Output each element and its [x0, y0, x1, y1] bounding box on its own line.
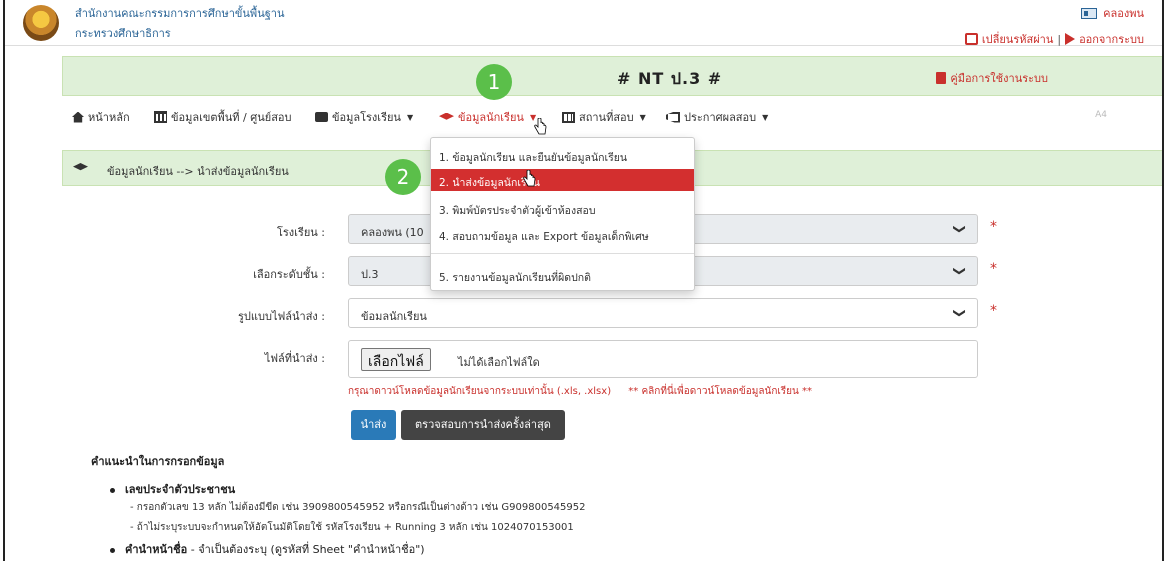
sign-out-icon	[1065, 33, 1076, 45]
nav-exam-site[interactable]: สถานที่สอบ ▼	[562, 108, 646, 126]
dropdown-item-abnormal-report[interactable]: 5. รายงานข้อมูลนักเรียนที่ผิดปกติ	[431, 264, 694, 286]
bullhorn-icon	[666, 111, 680, 123]
breadcrumb-text: ข้อมูลนักเรียน --> นำส่งข้อมูลนักเรียน	[107, 165, 289, 178]
app-window: สำนักงานคณะกรรมการการศึกษาขั้นพื้นฐาน กร…	[3, 0, 1164, 561]
prefix-text: - จำเป็นต้องระบุ (ดูรหัสที่ Sheet "คำนำห…	[187, 543, 425, 556]
nav-school-data-label: ข้อมูลโรงเรียน	[332, 111, 401, 124]
instructions-title: คำแนะนำในการกรอกข้อมูล	[91, 455, 225, 468]
instruction-item: เลขประจำตัวประชาชน	[110, 480, 235, 498]
hint-text: กรุณาดาวน์โหลดข้อมูลนักเรียนจากระบบเท่าน…	[348, 386, 612, 397]
graduation-cap-icon	[439, 112, 454, 120]
id-line-2: - ถ้าไม่ระบุระบบจะกำหนดให้อัตโนมัติโดยใช…	[130, 522, 574, 533]
file-label: ไฟล์ที่นำส่ง :	[264, 352, 325, 365]
required-mark: *	[990, 261, 997, 277]
required-mark: *	[990, 303, 997, 319]
graduation-cap-icon	[73, 163, 88, 171]
dropdown-divider	[431, 253, 694, 254]
system-banner: # NT ป.3 # คู่มือการใช้งานระบบ	[62, 56, 1162, 96]
institution-icon	[154, 111, 167, 123]
nav-home[interactable]: หน้าหลัก	[72, 108, 130, 126]
school-select-value: คลองพน (10	[361, 226, 424, 239]
change-password-link[interactable]: เปลี่ยนรหัสผ่าน	[982, 30, 1053, 48]
id-line-1: - กรอกตัวเลข 13 หลัก ไม่ต้องมีขีด เช่น 3…	[130, 502, 586, 513]
ministry-name: กระทรวงศึกษาธิการ	[75, 27, 171, 40]
chevron-down-icon: ❯	[952, 223, 967, 235]
file-input: เลือกไฟล์ ไม่ได้เลือกไฟล์ใด	[348, 340, 978, 378]
dropdown-item-export-special[interactable]: 4. สอบถามข้อมูล และ Export ข้อมูลเด็กพิเ…	[431, 223, 694, 245]
system-title: # NT ป.3 #	[617, 69, 723, 88]
nav-announce[interactable]: ประกาศผลสอบ ▼	[666, 108, 768, 126]
filetype-select-value: ข้อมลนักเรียน	[361, 310, 427, 323]
upload-hint: กรุณาดาวน์โหลดข้อมูลนักเรียนจากระบบเท่าน…	[348, 384, 812, 399]
nav-right-hint: A4	[1095, 110, 1107, 120]
bullet-icon	[110, 547, 115, 553]
student-data-dropdown: 1. ข้อมูลนักเรียน และยืนยันข้อมูลนักเรีย…	[430, 137, 695, 291]
required-mark: *	[990, 219, 997, 235]
nav-student-data[interactable]: ข้อมูลนักเรียน ▼	[439, 108, 536, 126]
briefcase-icon	[315, 112, 328, 122]
filetype-label: รูปแบบไฟล์นำส่ง :	[238, 310, 325, 323]
top-header: สำนักงานคณะกรรมการการศึกษาขั้นพื้นฐาน กร…	[5, 0, 1162, 46]
prefix-heading: คำนำหน้าชื่อ	[125, 543, 188, 556]
caret-down-icon: ▼	[762, 112, 769, 122]
caret-down-icon: ▼	[406, 112, 414, 122]
org-name: สำนักงานคณะกรรมการการศึกษาขั้นพื้นฐาน	[75, 7, 285, 20]
nav-exam-site-label: สถานที่สอบ	[579, 111, 634, 124]
nav-school-data[interactable]: ข้อมูลโรงเรียน ▼	[315, 108, 413, 126]
chevron-down-icon: ❯	[952, 265, 967, 277]
school-label: โรงเรียน :	[276, 226, 325, 239]
no-file-text: ไม่ได้เลือกไฟล์ใด	[458, 356, 540, 369]
book-icon	[936, 72, 947, 84]
chevron-down-icon: ❯	[952, 307, 967, 319]
dropdown-item-print-card[interactable]: 3. พิมพ์บัตรประจำตัวผู้เข้าห้องสอบ	[431, 197, 694, 219]
nav-home-label: หน้าหลัก	[88, 111, 130, 124]
instruction-item: คำนำหน้าชื่อ - จำเป็นต้องระบุ (ดูรหัสที่…	[110, 540, 425, 558]
obec-logo	[23, 5, 59, 41]
choose-file-button[interactable]: เลือกไฟล์	[361, 348, 431, 371]
dropdown-item-student-confirm[interactable]: 1. ข้อมูลนักเรียน และยืนยันข้อมูลนักเรีย…	[431, 144, 694, 166]
id-heading: เลขประจำตัวประชาชน	[125, 483, 236, 496]
separator: |	[1057, 32, 1062, 46]
nav-announce-label: ประกาศผลสอบ	[684, 111, 757, 124]
home-icon	[72, 111, 84, 123]
nav-area-data-label: ข้อมูลเขตพื้นที่ / ศูนย์สอบ	[171, 111, 292, 124]
grade-select-value: ป.3	[361, 268, 379, 281]
manual-link[interactable]: คู่มือการใช้งานระบบ	[936, 69, 1048, 87]
dropdown-item-submit-student[interactable]: 2. นำส่งข้อมูลนักเรียน	[431, 169, 694, 191]
check-last-submit-button[interactable]: ตรวจสอบการนำส่งครั้งล่าสุด	[401, 410, 565, 440]
download-link[interactable]: ** คลิกที่นี่เพื่อดาวน์โหลดข้อมูลนักเรีย…	[628, 386, 812, 397]
step-1-badge: 1	[476, 64, 512, 100]
hand-cursor-icon	[534, 118, 547, 135]
id-card-icon	[1081, 7, 1098, 19]
nav-student-data-label: ข้อมูลนักเรียน	[458, 111, 524, 124]
step-2-badge: 2	[385, 159, 421, 195]
user-area: คลองพน เปลี่ยนรหัสผ่าน | ออกจากระบบ	[964, 4, 1144, 48]
caret-down-icon: ▼	[639, 112, 646, 122]
edit-icon	[964, 33, 978, 45]
submit-button[interactable]: นำส่ง	[351, 410, 396, 440]
manual-link-label: คู่มือการใช้งานระบบ	[950, 72, 1048, 85]
filetype-select[interactable]: ข้อมลนักเรียน ❯	[348, 298, 978, 328]
hand-cursor-icon	[523, 170, 536, 187]
table-icon	[562, 111, 575, 123]
user-name[interactable]: คลองพน	[1103, 4, 1144, 22]
main-navbar: หน้าหลัก ข้อมูลเขตพื้นที่ / ศูนย์สอบ ข้อ…	[62, 98, 1162, 134]
bullet-icon	[110, 487, 115, 493]
grade-label: เลือกระดับชั้น :	[253, 268, 325, 281]
nav-area-data[interactable]: ข้อมูลเขตพื้นที่ / ศูนย์สอบ	[154, 108, 292, 126]
logout-link[interactable]: ออกจากระบบ	[1079, 30, 1144, 48]
